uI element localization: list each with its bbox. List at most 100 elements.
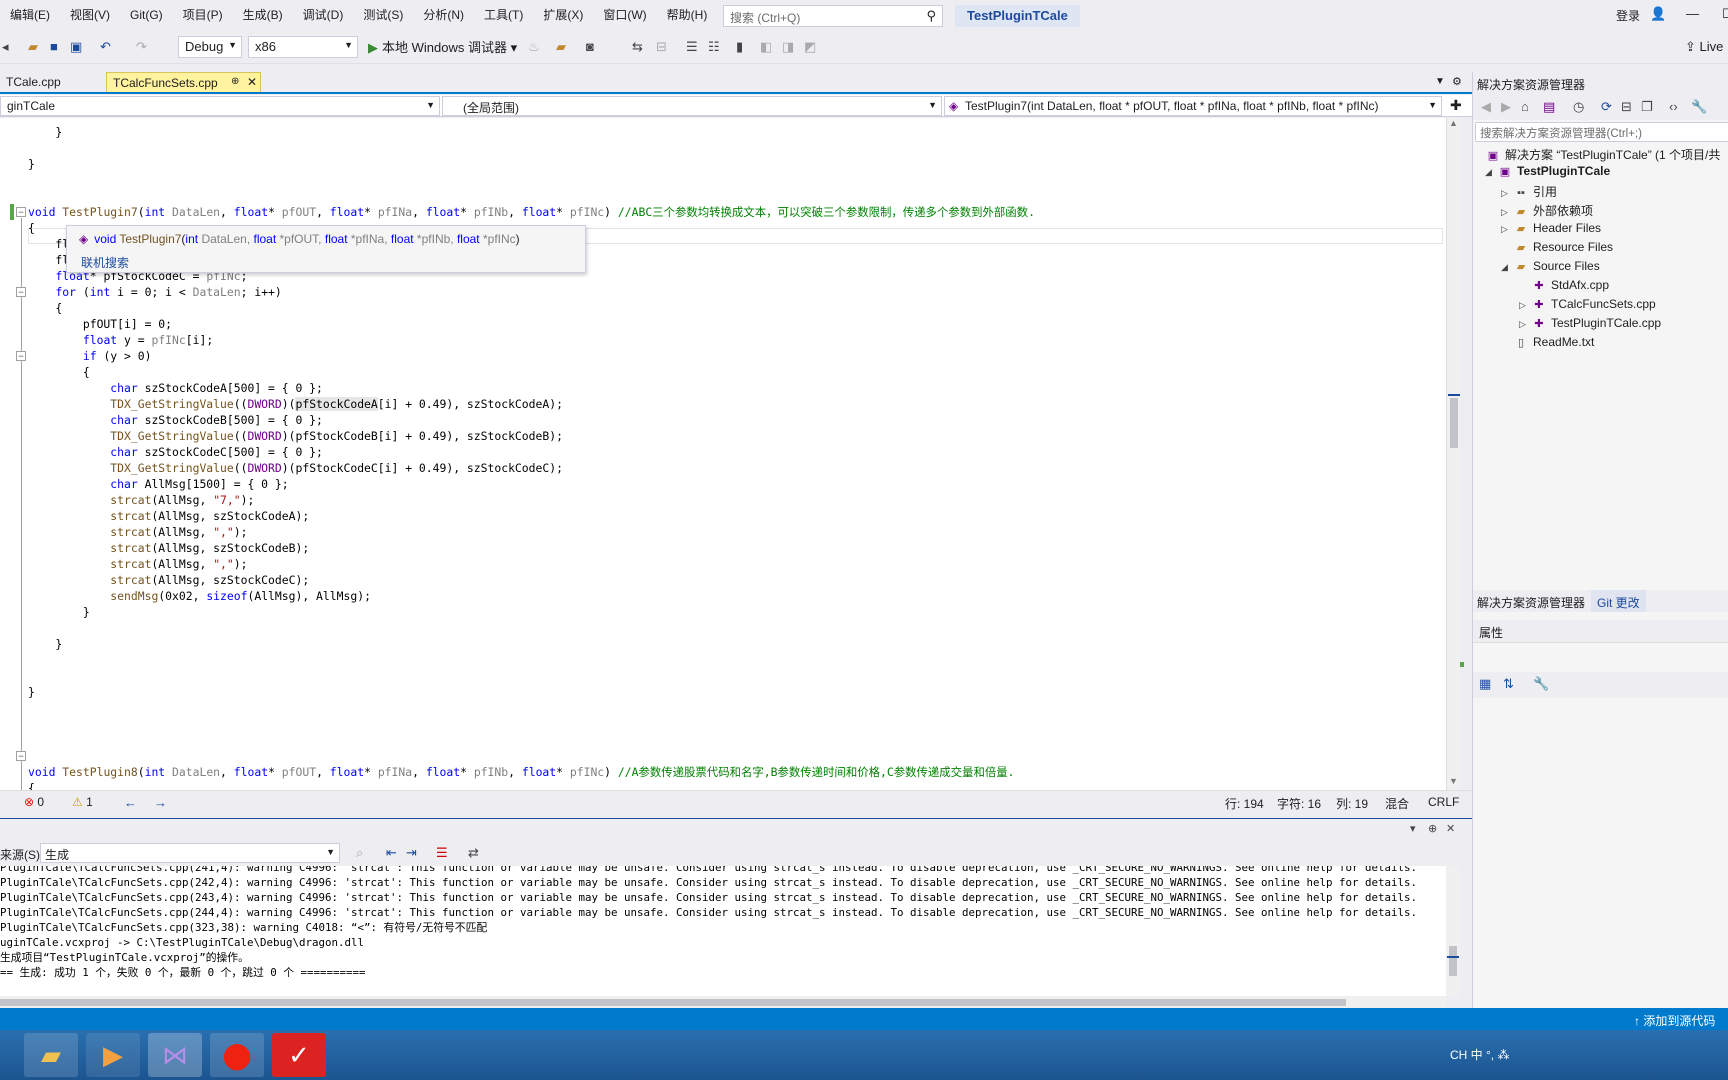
taskbar-recorder[interactable]: ⬤ [210,1033,264,1077]
folder-icon[interactable]: ▰ [556,39,566,55]
nav-back-icon[interactable]: ◂ [2,39,9,55]
save-icon[interactable]: ■ [50,39,58,54]
tree-resource-files[interactable]: ▰ Resource Files [1501,240,1613,259]
collapsed-icon[interactable]: ▷ [1501,188,1513,199]
tab-testplugintcale-cpp[interactable]: TCale.cpp [0,72,105,92]
collapse-icon[interactable]: − [16,207,26,217]
tree-testplugintcale-cpp[interactable]: ▷ ✚ TestPluginTCale.cpp [1519,316,1661,335]
switch-views-icon[interactable]: ▤ [1543,99,1555,115]
flame-icon[interactable]: ♨ [528,39,540,55]
warning-count[interactable]: ⚠ 1 [72,795,93,809]
collapsed-icon[interactable]: ▷ [1519,300,1531,311]
pending-changes-icon[interactable]: ◷ [1573,99,1584,115]
bookmark-prev-icon[interactable]: ◧ [760,39,772,55]
sort-alpha-icon[interactable]: ⇅ [1503,676,1514,692]
minimize-icon[interactable]: — [1686,6,1699,21]
user-icon[interactable]: 👤 [1650,6,1666,22]
view-code-icon[interactable]: ‹› [1669,99,1678,114]
member-select[interactable]: ◈ TestPlugin7(int DataLen, float * pfOUT… [944,96,1442,116]
property-pages-icon[interactable]: 🔧 [1533,676,1549,692]
online-search-link[interactable]: 联机搜索 [81,254,129,271]
arrow-left-icon[interactable]: ← [124,795,137,810]
menu-window[interactable]: 窗口(W) [593,0,656,30]
menu-test[interactable]: 测试(S) [353,0,413,30]
pin-icon[interactable]: ⊕ [231,76,239,87]
bookmark-icon[interactable]: ▮ [736,39,743,55]
taskbar-visual-studio[interactable]: ⋈ [148,1033,202,1077]
open-folder-icon[interactable]: ▰ [28,39,38,55]
forward-icon[interactable]: ▶ [1501,99,1511,115]
maximize-icon[interactable]: ☐ [1722,6,1728,22]
outdent-icon[interactable]: ☷ [708,39,720,55]
error-count[interactable]: ⊗ 0 [24,795,44,809]
menu-debug[interactable]: 调试(D) [293,0,354,30]
tree-references[interactable]: ▷ ▪▪ 引用 [1501,183,1557,202]
tree-external-deps[interactable]: ▷ ▰ 外部依赖项 [1501,202,1593,221]
menu-analyze[interactable]: 分析(N) [413,0,474,30]
find-message-icon[interactable]: ⌕ [356,845,363,861]
scope-select[interactable]: (全局范围) ▼ [442,96,942,116]
menu-git[interactable]: Git(G) [120,0,173,30]
output-vertical-scrollbar[interactable] [1446,866,1460,996]
format-icon[interactable]: ⊟ [656,39,667,55]
properties-icon[interactable]: 🔧 [1691,99,1707,115]
scroll-thumb[interactable] [0,999,1346,1006]
tab-tcalcfuncsets-cpp[interactable]: TCalcFuncSets.cpp ⊕ ✕ [106,72,261,92]
sync-icon[interactable]: ⟳ [1601,99,1612,115]
output-source-select[interactable]: 生成 ▼ [40,843,340,863]
tree-tcalcfuncsets-cpp[interactable]: ▷ ✚ TCalcFuncSets.cpp [1519,297,1656,316]
close-icon[interactable]: ✕ [1446,822,1455,835]
collapsed-icon[interactable]: ▷ [1501,207,1513,218]
project-select[interactable]: ginTCale ▼ [0,96,440,116]
redo-icon[interactable]: ↷ [136,39,147,55]
collapse-icon[interactable]: − [16,287,26,297]
output-text[interactable]: PluginTCale\TCalcFuncSets.cpp(241,4): wa… [0,866,1446,996]
tree-source-files[interactable]: ◢ ▰ Source Files [1501,259,1600,278]
expanded-icon[interactable]: ◢ [1501,262,1513,273]
prev-message-icon[interactable]: ⇤ [386,845,397,861]
scroll-thumb[interactable] [1449,946,1457,976]
save-all-icon[interactable]: ▣ [70,39,82,55]
collapse-all-icon[interactable]: ⊟ [1621,99,1632,115]
clear-all-icon[interactable]: ☰ [436,845,448,861]
properties-object-select[interactable] [1473,642,1728,672]
config-select[interactable]: Debug ▼ [178,36,242,58]
editor-vertical-scrollbar[interactable]: ▲ ▼ [1446,118,1460,790]
search-input[interactable]: 搜索 (Ctrl+Q) ⚲ [723,5,943,27]
collapse-icon[interactable]: − [16,351,26,361]
system-tray[interactable]: CH 中 °, ⁂ [1450,1046,1509,1063]
tree-solution[interactable]: ▣ 解决方案 “TestPluginTCale” (1 个项目/共 [1485,146,1721,165]
scroll-down-icon[interactable]: ▼ [1449,776,1458,786]
tab-solution-explorer[interactable]: 解决方案资源管理器 [1473,590,1590,612]
camera-icon[interactable]: ◙ [586,39,594,54]
step-icon[interactable]: ⇆ [632,39,643,55]
arrow-right-icon[interactable]: → [154,795,167,810]
scroll-thumb[interactable] [1450,398,1458,448]
menu-build[interactable]: 生成(B) [233,0,293,30]
back-icon[interactable]: ◀ [1481,99,1491,115]
menu-project[interactable]: 项目(P) [173,0,233,30]
scroll-up-icon[interactable]: ▲ [1449,118,1458,128]
tree-project[interactable]: ◢ ▣ TestPluginTCale [1485,164,1610,183]
undo-icon[interactable]: ↶ [100,39,111,55]
menu-edit[interactable]: 编辑(E) [0,0,60,30]
dropdown-icon[interactable]: ▾ [1410,822,1416,835]
next-message-icon[interactable]: ⇥ [406,845,417,861]
collapsed-icon[interactable]: ▷ [1519,319,1531,330]
tree-stdafx-cpp[interactable]: ✚ StdAfx.cpp [1519,278,1609,297]
output-horizontal-scrollbar[interactable] [0,996,1446,1008]
bookmark-next-icon[interactable]: ◨ [782,39,794,55]
gear-icon[interactable]: ⚙ [1452,75,1462,88]
tab-overflow-icon[interactable]: ▼ [1435,76,1445,87]
live-share-button[interactable]: ⇪ Live [1685,39,1723,55]
pin-icon[interactable]: ⊕ [1428,822,1437,835]
close-icon[interactable]: ✕ [247,75,257,89]
run-debugger-button[interactable]: ▶ 本地 Windows 调试器 ▾ [368,37,517,56]
taskbar-red-app[interactable]: ✓ [272,1033,326,1077]
add-to-source-control-button[interactable]: ↑ 添加到源代码 [1634,1012,1715,1029]
login-link[interactable]: 登录 [1616,7,1640,24]
taskbar-media-player[interactable]: ▶ [86,1033,140,1077]
home-icon[interactable]: ⌂ [1521,99,1529,114]
code-editor[interactable]: − − − − } } void TestPlugin7(int DataLen… [0,118,1446,790]
expanded-icon[interactable]: ◢ [1485,167,1497,178]
